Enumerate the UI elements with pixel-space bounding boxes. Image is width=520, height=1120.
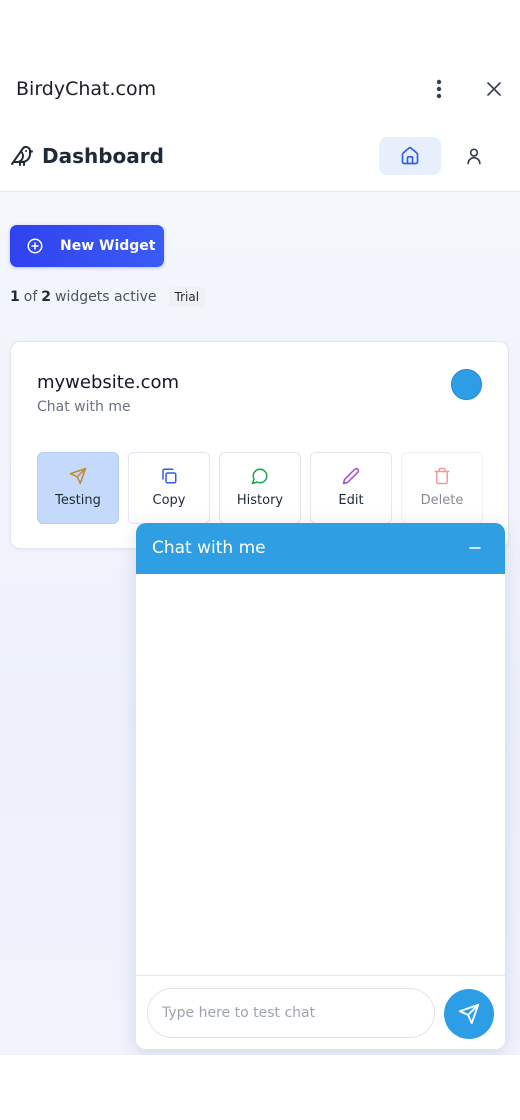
- minimize-chat-button[interactable]: [462, 535, 488, 561]
- delete-label: Delete: [420, 493, 464, 508]
- widget-actions: Testing Copy History Edit Delete: [37, 452, 483, 524]
- send-icon: [69, 467, 87, 485]
- widget-count: 1 of 2 widgets active Trial: [10, 287, 206, 307]
- chat-title: Chat with me: [152, 538, 266, 558]
- new-widget-label: New Widget: [60, 238, 156, 254]
- edit-label: Edit: [338, 493, 364, 508]
- testing-button[interactable]: Testing: [37, 452, 119, 524]
- brand: Dashboard: [10, 144, 164, 168]
- app-header: Dashboard: [0, 120, 520, 192]
- trash-icon: [434, 467, 450, 485]
- profile-nav-button[interactable]: [452, 137, 496, 175]
- count-of-text: of: [23, 289, 38, 305]
- copy-label: Copy: [152, 493, 186, 508]
- window-title: BirdyChat.com: [16, 78, 157, 100]
- chat-preview-window: Chat with me: [136, 523, 505, 1049]
- widget-card: mywebsite.com Chat with me Testing Copy …: [10, 341, 509, 549]
- kebab-vertical-icon: [436, 79, 442, 99]
- history-button[interactable]: History: [219, 452, 301, 524]
- count-suffix: widgets active: [55, 289, 157, 305]
- chat-header: Chat with me: [136, 523, 505, 574]
- plan-badge: Trial: [168, 287, 206, 307]
- delete-button[interactable]: Delete: [401, 452, 483, 524]
- chat-message-input[interactable]: [147, 988, 435, 1038]
- history-label: History: [236, 493, 284, 508]
- send-message-button[interactable]: [444, 989, 494, 1039]
- home-icon: [401, 146, 419, 165]
- new-widget-button[interactable]: New Widget: [10, 225, 164, 267]
- home-nav-button[interactable]: [379, 137, 441, 175]
- send-icon: [458, 1003, 480, 1025]
- widget-subtitle: Chat with me: [37, 399, 131, 415]
- active-count: 1: [10, 289, 20, 305]
- close-icon: [487, 82, 501, 96]
- widget-color-swatch[interactable]: [451, 369, 482, 400]
- widget-domain: mywebsite.com: [37, 372, 180, 393]
- minus-icon: [469, 547, 481, 549]
- edit-button[interactable]: Edit: [310, 452, 392, 524]
- testing-label: Testing: [55, 493, 101, 508]
- user-icon: [467, 148, 481, 165]
- chat-messages: [136, 574, 505, 975]
- app-window: BirdyChat.com Dashboard New Widget 1 of …: [0, 0, 520, 1120]
- page-title: Dashboard: [42, 144, 164, 168]
- plus-circle-icon: [27, 238, 43, 254]
- close-window-button[interactable]: [482, 76, 506, 102]
- copy-icon: [162, 468, 177, 484]
- pencil-icon: [342, 467, 360, 485]
- bird-icon: [11, 146, 33, 166]
- copy-button[interactable]: Copy: [128, 452, 210, 524]
- chat-footer: [136, 975, 505, 1049]
- bottom-area: [0, 1055, 520, 1120]
- more-options-button[interactable]: [428, 76, 450, 102]
- total-count: 2: [41, 289, 51, 305]
- window-titlebar: BirdyChat.com: [0, 0, 520, 120]
- chat-bubble-icon: [251, 468, 268, 485]
